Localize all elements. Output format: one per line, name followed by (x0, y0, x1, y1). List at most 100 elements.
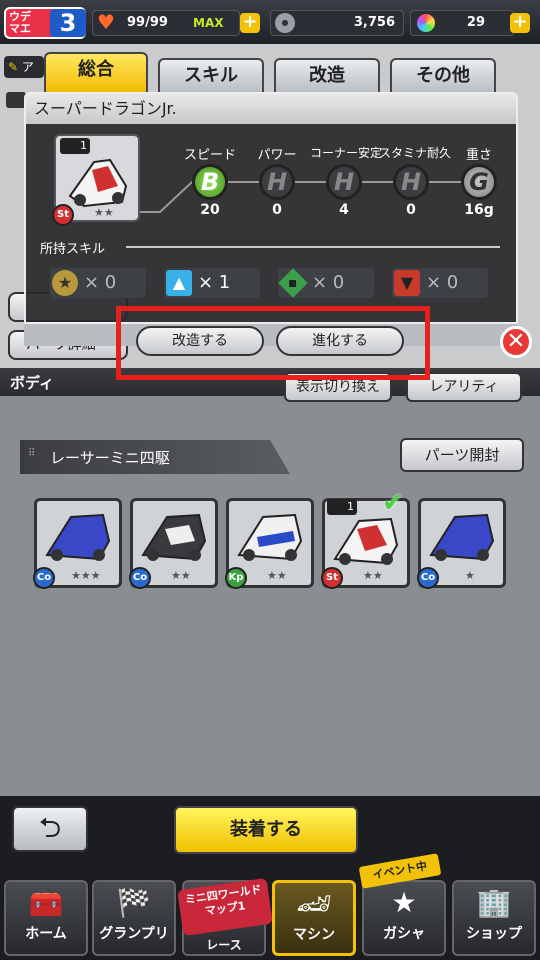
up-arrow-icon: ▲ (166, 270, 192, 296)
tab-skill[interactable]: スキル (158, 58, 264, 94)
grid-icon: ⠿ (28, 448, 36, 459)
nav-grandprix-label: グランプリ (99, 926, 169, 942)
car-count-badge: 1 (60, 138, 90, 154)
nav-grandprix[interactable]: 🏁 グランプリ (92, 880, 176, 956)
nav-machine-label: マシン (293, 927, 335, 943)
part-stars: ★★ (363, 569, 383, 582)
nav-gacha[interactable]: ★ ガシャ (362, 880, 446, 956)
stamina-max: MAX (193, 16, 224, 30)
part-count-badge: 1 (327, 499, 357, 515)
part-badge: Kp (225, 567, 247, 589)
down-arrow-icon: ▼ (394, 270, 420, 296)
nav-race-label: レース (206, 938, 242, 952)
stat-label-weight: 重さ (465, 148, 492, 163)
gem-value: 29 (466, 15, 485, 30)
nav-race[interactable]: ミニ四ワールドマップ1 レース (177, 877, 273, 956)
race-car-icon (429, 513, 495, 561)
nav-shop-label: ショップ (466, 926, 522, 942)
coin-icon: ● (275, 13, 295, 33)
stat-value-stamina: 0 (406, 202, 416, 218)
stat-grade-speed: B (192, 164, 228, 200)
race-car-icon (141, 513, 207, 561)
partial-label-text: ア (21, 60, 34, 74)
skills-divider (126, 246, 500, 248)
nav-machine[interactable]: 🏎 マシン (272, 880, 356, 956)
star-icon: ★ (52, 270, 78, 296)
car-stars: ★★ (94, 206, 114, 219)
nav-gacha-label: ガシャ (383, 926, 425, 942)
coin-pill: ● 3,756 (270, 10, 404, 36)
stamina-pill: ♥ 99/99 MAX (92, 10, 240, 36)
stat-value-speed: 20 (200, 202, 220, 218)
part-item[interactable]: Co ★ (417, 498, 506, 589)
skill-star: ★ × 0 (50, 268, 146, 298)
stat-label-power: パワー (257, 148, 297, 163)
building-icon: 🏢 (476, 886, 512, 919)
rank-badge: ウデマエ 3 (4, 7, 86, 39)
tab-modify[interactable]: 改造 (274, 58, 380, 94)
part-item[interactable]: Kp ★★ (225, 498, 314, 589)
star-laurel-icon: ★ (391, 886, 417, 919)
part-badge: Co (417, 567, 439, 589)
add-gem-button[interactable]: + (510, 13, 530, 33)
skill-up-count: × 1 (198, 272, 231, 293)
stat-grade-weight: G (461, 164, 497, 200)
checkered-flag-icon: 🏁 (116, 886, 152, 919)
car-thumbnail: 1 St ★★ (52, 134, 140, 226)
diamond-icon: ◆ (278, 268, 308, 298)
race-car-icon (68, 158, 128, 208)
part-badge: Co (33, 567, 55, 589)
open-parts-button[interactable]: パーツ開封 (400, 438, 524, 472)
close-popup-button[interactable]: ✕ (500, 326, 532, 358)
camera-icon (6, 92, 26, 108)
car-count: 1 (80, 139, 87, 152)
equip-button[interactable]: 装着する (174, 806, 358, 854)
skill-down-count: × 0 (426, 272, 459, 293)
part-stars: ★ (465, 569, 475, 582)
part-stars: ★★ (171, 569, 191, 582)
race-car-icon (333, 517, 399, 565)
gem-icon (417, 14, 435, 32)
stat-label-corner: コーナー安定 (309, 146, 382, 160)
skill-diamond-count: × 0 (312, 272, 345, 293)
add-stamina-button[interactable]: + (240, 13, 260, 33)
nav-shop[interactable]: 🏢 ショップ (452, 880, 536, 956)
car-type-badge: St (52, 204, 74, 226)
part-count: 1 (347, 500, 354, 513)
nav-home-label: ホーム (25, 926, 67, 942)
back-button[interactable]: ⮌ (12, 806, 88, 852)
map-icon: ミニ四ワールドマップ1 (177, 877, 273, 937)
part-item[interactable]: Co ★★★ (33, 498, 122, 589)
tab-other[interactable]: その他 (390, 58, 496, 94)
part-item[interactable]: Co ★★ (129, 498, 218, 589)
stat-grade-stamina: H (393, 164, 429, 200)
stat-grade-corner: H (326, 164, 362, 200)
highlight-box (116, 306, 430, 380)
stat-label-stamina: スタミナ耐久 (378, 146, 451, 160)
heart-icon: ♥ (97, 10, 115, 34)
race-car-icon (237, 513, 303, 561)
part-stars: ★★ (267, 569, 287, 582)
body-label: ボディ (10, 374, 54, 392)
tab-overview[interactable]: 総合 (44, 52, 148, 96)
stat-value-power: 0 (272, 202, 282, 218)
section-header: ⠿ レーサーミニ四駆 (20, 440, 290, 474)
skill-down: ▼ × 0 (392, 268, 488, 298)
car-icon: 🏎 (296, 887, 332, 920)
coin-value: 3,756 (353, 15, 395, 30)
rank-label: ウデマエ (9, 10, 31, 35)
partial-label-left: ✎ ア (4, 56, 44, 78)
part-stars: ★★★ (71, 569, 101, 582)
stat-grade-power: H (259, 164, 295, 200)
nav-home[interactable]: 🧰 ホーム (4, 880, 88, 956)
part-badge: Co (129, 567, 151, 589)
skill-star-count: × 0 (84, 272, 117, 293)
stat-label-speed: スピード (183, 148, 236, 163)
popup-title: スーパードラゴンJr. (26, 94, 516, 124)
stat-value-weight: 16g (464, 202, 494, 218)
check-icon: ✔ (382, 488, 404, 518)
rank-value: 3 (50, 9, 86, 37)
skill-up: ▲ × 1 (164, 268, 260, 298)
section-title: レーサーミニ四駆 (50, 449, 170, 467)
skills-label: 所持スキル (40, 242, 106, 257)
